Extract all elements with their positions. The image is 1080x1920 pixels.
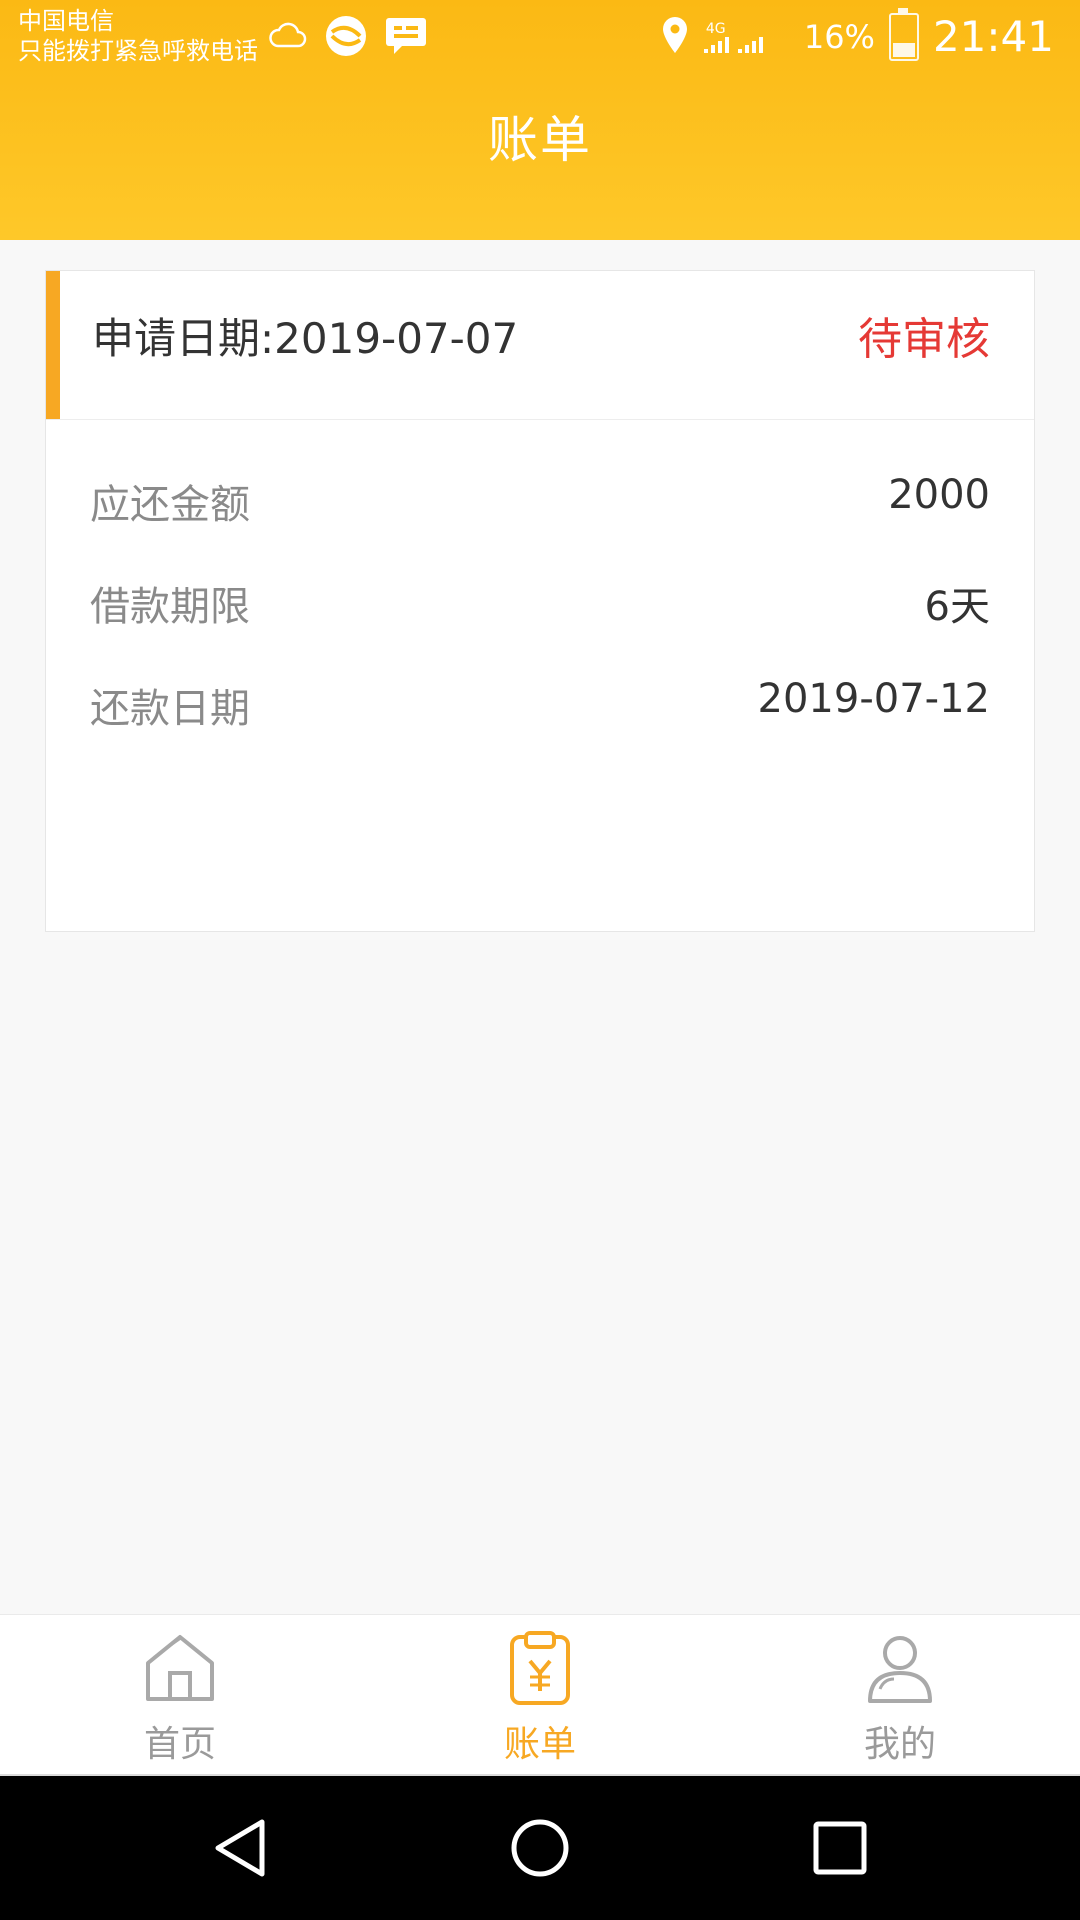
- apply-date: 申请日期:2019-07-07: [92, 314, 519, 363]
- location-icon: [660, 15, 690, 59]
- carrier-info: 中国电信 只能拨打紧急呼救电话: [18, 6, 258, 66]
- battery-icon: [888, 7, 919, 61]
- status-icons-left: [268, 14, 428, 62]
- network-type: 4G: [705, 20, 726, 37]
- accent-bar: [46, 271, 60, 419]
- carrier-status: 只能拨打紧急呼救电话: [18, 37, 258, 65]
- carrier-name: 中国电信: [18, 7, 114, 35]
- tab-home[interactable]: 首页: [0, 1615, 360, 1775]
- page-title: 账单: [488, 111, 592, 169]
- tab-label: 账单: [503, 1724, 576, 1765]
- home-icon: [140, 1629, 220, 1709]
- tab-profile[interactable]: 我的: [720, 1615, 1080, 1775]
- header: 中国电信 只能拨打紧急呼救电话 4G 16% 21:41 账单: [0, 0, 1080, 240]
- sync-icon: [324, 14, 368, 62]
- detail-row-due-date: 还款日期 2019-07-12: [46, 662, 1034, 764]
- message-icon: [384, 16, 428, 60]
- signal-icon: 4G: [703, 17, 790, 57]
- bill-card[interactable]: 申请日期:2019-07-07 待审核 应还金额 2000 借款期限 6天 还款…: [45, 270, 1035, 932]
- bill-details: 应还金额 2000 借款期限 6天 还款日期 2019-07-12: [46, 420, 1034, 764]
- detail-label: 借款期限: [90, 584, 250, 630]
- recents-icon[interactable]: [800, 1808, 880, 1888]
- profile-icon: [860, 1629, 940, 1709]
- detail-row-amount: 应还金额 2000: [46, 458, 1034, 560]
- back-icon[interactable]: [200, 1808, 280, 1888]
- detail-value: 2019-07-12: [757, 676, 990, 722]
- clock: 21:41: [932, 12, 1054, 61]
- battery-percent: 16%: [803, 17, 875, 56]
- status-bar: 中国电信 只能拨打紧急呼救电话 4G 16% 21:41: [0, 0, 1080, 80]
- tab-bill[interactable]: 账单: [360, 1615, 720, 1775]
- status-badge: 待审核: [858, 314, 990, 365]
- detail-row-term: 借款期限 6天: [46, 560, 1034, 662]
- home-circle-icon[interactable]: [500, 1808, 580, 1888]
- bill-card-header: 申请日期:2019-07-07 待审核: [46, 271, 1034, 420]
- bill-icon: [500, 1629, 580, 1709]
- tab-label: 首页: [143, 1724, 216, 1765]
- tab-label: 我的: [863, 1724, 936, 1765]
- system-nav-bar: [0, 1776, 1080, 1920]
- detail-label: 还款日期: [90, 686, 250, 732]
- status-icons-right: 4G 16% 21:41: [660, 7, 1054, 61]
- cloud-icon: [268, 20, 308, 56]
- bottom-tabbar: 首页 账单 我的: [0, 1614, 1080, 1775]
- detail-value: 2000: [888, 472, 990, 518]
- detail-value: 6天: [924, 584, 990, 630]
- detail-label: 应还金额: [90, 482, 250, 528]
